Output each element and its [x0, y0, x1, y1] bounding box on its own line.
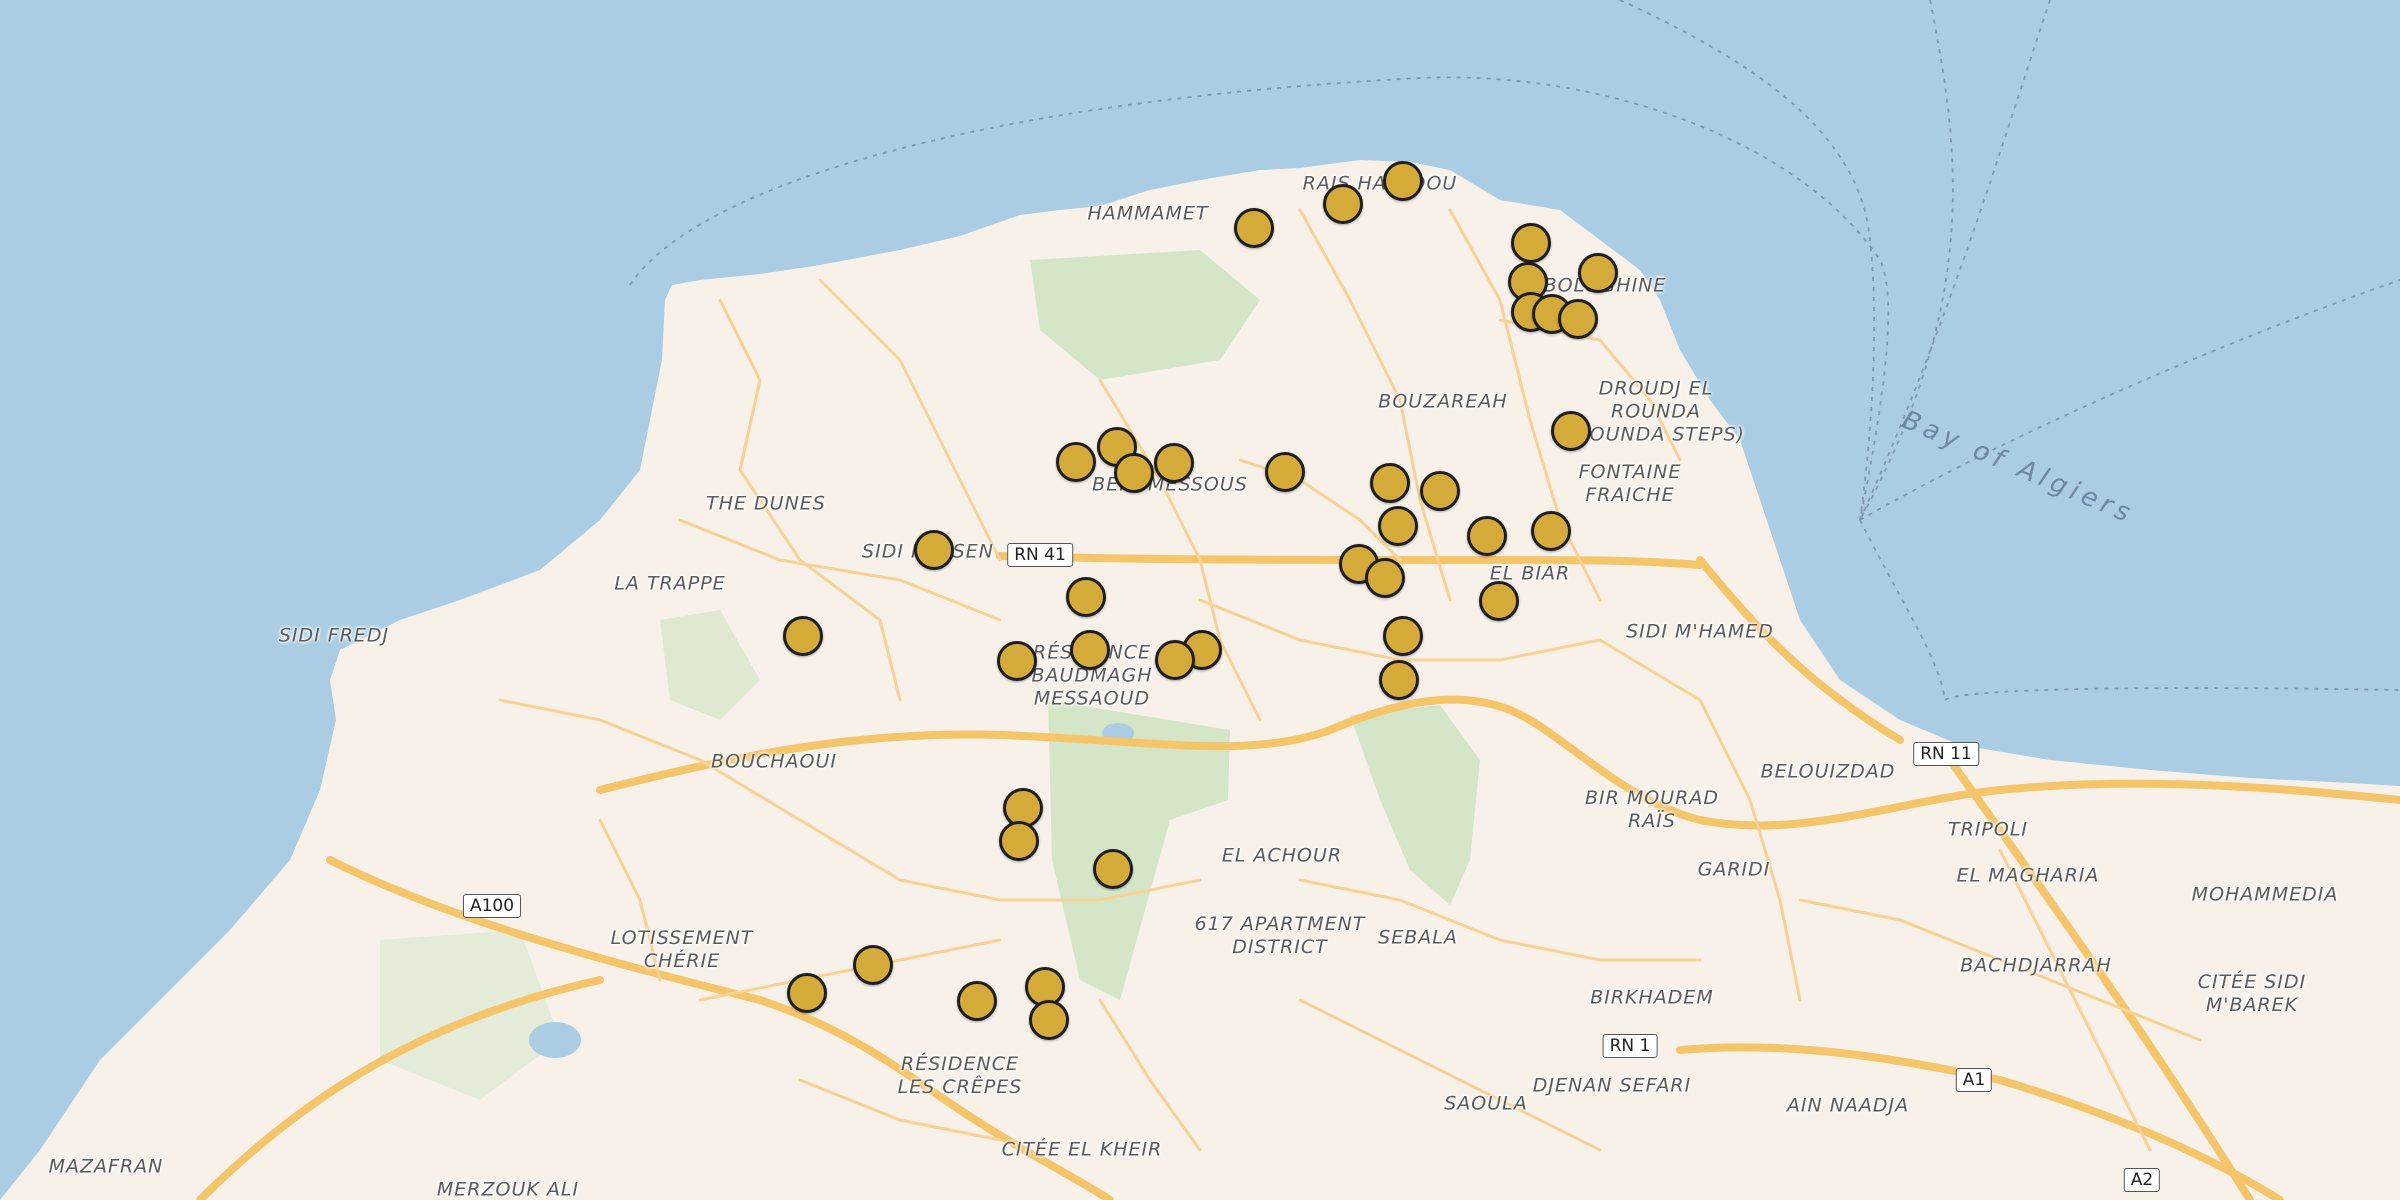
map-marker[interactable]	[1265, 452, 1305, 492]
map-marker[interactable]	[1093, 849, 1133, 889]
map-marker[interactable]	[1558, 299, 1598, 339]
basemap	[0, 0, 2400, 1200]
map-marker[interactable]	[1383, 161, 1423, 201]
map-marker[interactable]	[1370, 463, 1410, 503]
map-marker[interactable]	[1056, 442, 1096, 482]
map-marker[interactable]	[1029, 1000, 1069, 1040]
map-marker[interactable]	[1234, 208, 1274, 248]
road-shield-rn11: RN 11	[1913, 742, 1979, 766]
map-marker[interactable]	[1479, 581, 1519, 621]
map-marker[interactable]	[1323, 184, 1363, 224]
road-shield-a1: A1	[1955, 1068, 1993, 1092]
map-marker[interactable]	[1467, 516, 1507, 556]
map-marker[interactable]	[1365, 558, 1405, 598]
map-marker[interactable]	[1114, 453, 1154, 493]
map-canvas[interactable]: HAMMAMETRAIS HAMIDOUBOLOGHINEBOUZAREAHDR…	[0, 0, 2400, 1200]
map-marker[interactable]	[1383, 616, 1423, 656]
map-marker[interactable]	[787, 973, 827, 1013]
map-marker[interactable]	[957, 981, 997, 1021]
map-marker[interactable]	[999, 821, 1039, 861]
map-marker[interactable]	[1578, 253, 1618, 293]
road-shield-a2: A2	[2123, 1168, 2161, 1192]
map-marker[interactable]	[1379, 660, 1419, 700]
map-marker[interactable]	[997, 641, 1037, 681]
map-marker[interactable]	[1531, 511, 1571, 551]
map-marker[interactable]	[1154, 443, 1194, 483]
map-marker[interactable]	[1551, 411, 1591, 451]
map-marker[interactable]	[1420, 471, 1460, 511]
map-marker[interactable]	[1066, 577, 1106, 617]
road-shield-rn41: RN 41	[1007, 543, 1073, 567]
map-marker[interactable]	[1378, 506, 1418, 546]
map-marker[interactable]	[783, 616, 823, 656]
map-marker[interactable]	[1511, 223, 1551, 263]
map-marker[interactable]	[1070, 630, 1110, 670]
map-marker[interactable]	[914, 530, 954, 570]
road-shield-a100: A100	[462, 894, 522, 918]
road-shield-rn1: RN 1	[1602, 1034, 1658, 1058]
map-marker[interactable]	[853, 945, 893, 985]
map-marker[interactable]	[1155, 640, 1195, 680]
lake	[529, 1022, 581, 1058]
